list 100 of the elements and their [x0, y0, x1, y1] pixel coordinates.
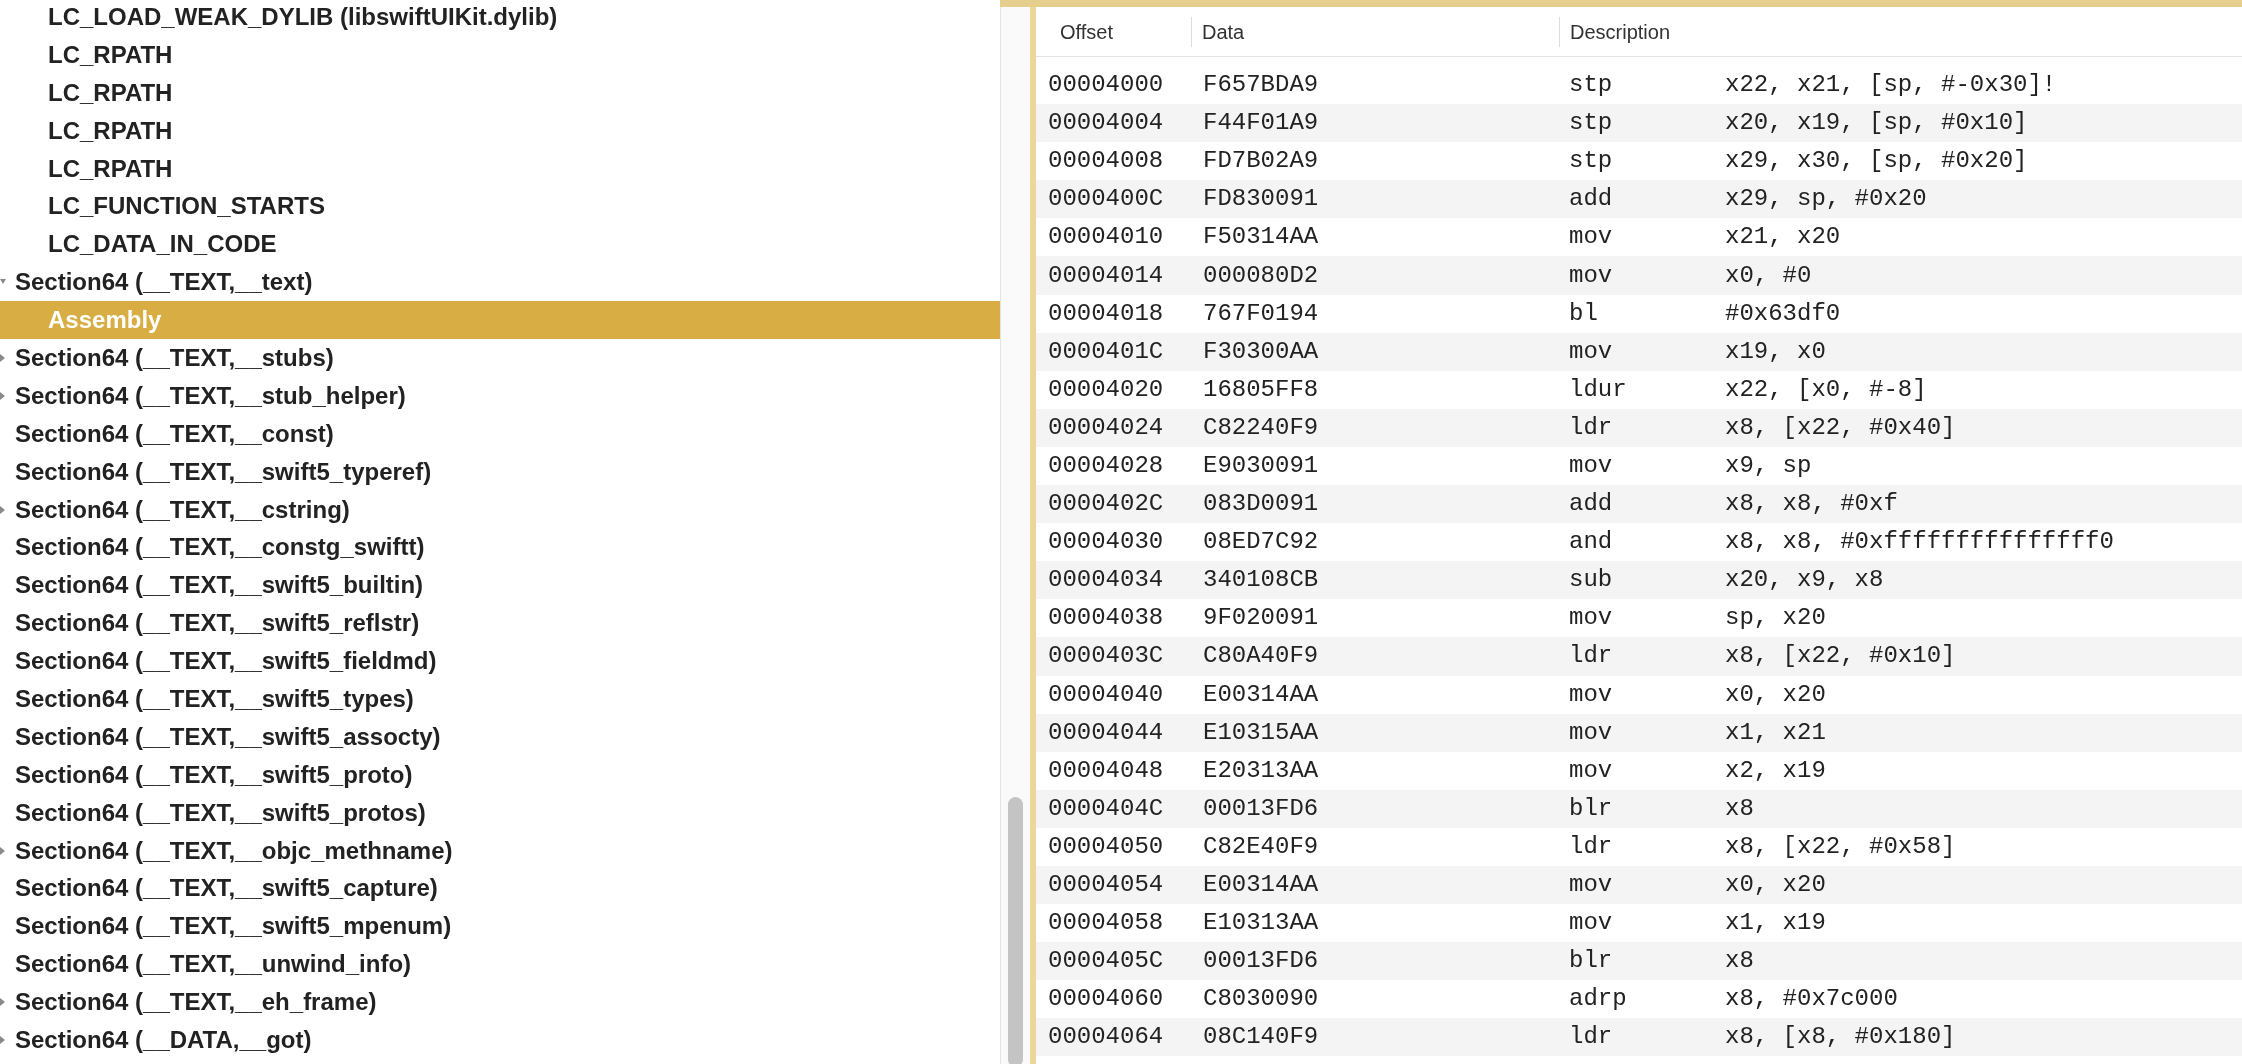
offset-cell-text: 00004054: [1047, 870, 1165, 900]
tree-row[interactable]: LC_LOAD_WEAK_DYLIB (libswiftUIKit.dylib): [0, 0, 1000, 36]
mnemonic-cell-text: mov: [1568, 870, 1614, 900]
collapsed-triangle-icon[interactable]: [0, 846, 6, 855]
tree-label: Section64 (__TEXT,__cstring): [15, 494, 350, 525]
operands-cell-text: x2, x19: [1725, 755, 1826, 786]
data-cell-text: 08C140F9: [1202, 1022, 1320, 1053]
mnemonic-cell-text: mov: [1568, 717, 1614, 748]
tree-label: LC_DATA_IN_CODE: [48, 229, 277, 260]
offset-cell-text: 00004004: [1047, 108, 1165, 139]
data-cell-text: 083D0091: [1202, 489, 1320, 520]
data-cell-text: E00314AA: [1202, 679, 1320, 710]
operands-cell-text: x22, x21, [sp, #-0x30]!: [1725, 70, 2057, 101]
tree-label: LC_RPATH: [48, 77, 173, 108]
tree-row[interactable]: Section64 (__TEXT,__swift5_assocty): [0, 717, 1000, 756]
tree-label: Section64 (__TEXT,__swift5_reflstr): [15, 608, 420, 639]
tree-row[interactable]: Section64 (__TEXT,__swift5_protos): [0, 793, 1000, 832]
operands-cell-text: x0, x20: [1725, 679, 1826, 710]
data-cell-text: E20313AA: [1202, 755, 1320, 786]
operands-cell-text: x8, [x8, #0x180]: [1725, 1022, 1956, 1053]
offset-cell-text: 00004034: [1047, 565, 1165, 596]
tree-label: Section64 (__DATA,__got): [15, 1025, 312, 1055]
offset-cell-text: 00004058: [1047, 908, 1165, 939]
tree-label: Section64 (__TEXT,__stubs): [15, 342, 334, 373]
offset-cell-text: 00004028: [1047, 451, 1165, 481]
tree-label: Section64 (__TEXT,__swift5_assocty): [15, 721, 441, 752]
mnemonic-cell-text: ldr: [1568, 831, 1614, 862]
mnemonic-cell-text: mov: [1568, 222, 1614, 253]
scrollbar-thumb[interactable]: [1008, 797, 1023, 1064]
tree-label: Section64 (__TEXT,__swift5_capture): [15, 873, 438, 904]
operands-cell-text: x20, x9, x8: [1725, 565, 1884, 596]
mnemonic-cell-text: sub: [1568, 565, 1614, 596]
tree-row[interactable]: Section64 (__TEXT,__swift5_proto): [0, 755, 1000, 794]
mnemonic-cell-text: add: [1568, 489, 1614, 520]
mnemonic-cell-text: ldur: [1568, 374, 1628, 405]
data-cell-text: 00013FD6: [1202, 946, 1320, 977]
tree-row[interactable]: Section64 (__TEXT,__swift5_mpenum): [0, 907, 1000, 946]
tree-label: Section64 (__TEXT,__swift5_fieldmd): [15, 646, 437, 677]
mnemonic-cell-text: mov: [1568, 451, 1614, 481]
offset-cell-text: 00004064: [1047, 1022, 1165, 1053]
tree-label: Assembly: [48, 305, 162, 336]
mnemonic-cell-text: mov: [1568, 755, 1614, 786]
tree-label: Section64 (__TEXT,__constg_swiftt): [15, 532, 425, 563]
tree-label: Section64 (__TEXT,__objc_methname): [15, 835, 453, 866]
tree-row[interactable]: Section64 (__TEXT,__stub_helper): [0, 376, 1000, 415]
tree-row[interactable]: LC_RPATH: [0, 35, 1000, 74]
operands-cell-text: x19, x0: [1725, 336, 1826, 367]
collapsed-triangle-icon[interactable]: [0, 998, 6, 1007]
data-cell-text: 08ED7C92: [1202, 527, 1320, 558]
data-cell-text: E00314AA: [1202, 870, 1320, 900]
column-header[interactable]: Offset: [1036, 16, 1191, 47]
tree-row[interactable]: Section64 (__TEXT,__swift5_typeref): [0, 452, 1000, 491]
tree-row[interactable]: Section64 (__TEXT,__cstring): [0, 490, 1000, 529]
tree-label: Section64 (__TEXT,__swift5_builtin): [15, 570, 424, 601]
tree-label: Section64 (__TEXT,__swift5_typeref): [15, 456, 432, 487]
tree-row[interactable]: LC_FUNCTION_STARTS: [0, 187, 1000, 226]
data-cell-text: E10313AA: [1202, 908, 1320, 939]
column-header[interactable]: Description: [1559, 16, 2242, 47]
mnemonic-cell-text: blr: [1568, 793, 1614, 824]
data-cell-text: 340108CB: [1202, 565, 1320, 596]
data-cell-text: F30300AA: [1202, 336, 1320, 367]
tree-row[interactable]: Section64 (__TEXT,__swift5_reflstr): [0, 604, 1000, 643]
tree-row[interactable]: LC_RPATH: [0, 111, 1000, 150]
tree-row[interactable]: Section64 (__TEXT,__objc_methname): [0, 831, 1000, 870]
collapsed-triangle-icon[interactable]: [0, 354, 6, 362]
column-header[interactable]: Data: [1191, 16, 1559, 47]
data-cell-text: F44F01A9: [1202, 108, 1320, 139]
operands-cell-text: x8: [1725, 793, 1754, 824]
collapsed-triangle-icon[interactable]: [0, 505, 6, 514]
tree-row[interactable]: Section64 (__TEXT,__constg_swiftt): [0, 528, 1000, 567]
tree-row[interactable]: Section64 (__DATA,__got): [0, 1021, 1000, 1059]
offset-cell-text: 00004018: [1047, 298, 1165, 329]
data-cell-text: E9030091: [1202, 451, 1320, 481]
offset-cell-text: 0000401C: [1047, 336, 1165, 367]
tree-row[interactable]: LC_RPATH: [0, 73, 1000, 112]
tree-row[interactable]: Section64 (__TEXT,__swift5_builtin): [0, 566, 1000, 605]
offset-cell-text: 0000400C: [1047, 184, 1165, 215]
tree-row[interactable]: LC_RPATH: [0, 149, 1000, 188]
tree-row[interactable]: Section64 (__TEXT,__swift5_types): [0, 680, 1000, 718]
data-cell-text: C8030090: [1202, 984, 1320, 1015]
operands-cell-text: #0x63df0: [1725, 298, 1841, 329]
mnemonic-cell-text: ldr: [1568, 1022, 1614, 1053]
tree-row[interactable]: Section64 (__TEXT,__text): [0, 263, 1000, 302]
offset-cell-text: 00004000: [1047, 70, 1165, 101]
tree-row[interactable]: Section64 (__TEXT,__swift5_capture): [0, 869, 1000, 908]
collapsed-triangle-icon[interactable]: [0, 391, 6, 400]
offset-cell-text: 00004048: [1047, 755, 1165, 786]
tree-row[interactable]: Section64 (__TEXT,__stubs): [0, 339, 1000, 377]
tree-row[interactable]: Section64 (__TEXT,__swift5_fieldmd): [0, 642, 1000, 681]
tree-row[interactable]: LC_DATA_IN_CODE: [0, 225, 1000, 264]
tree-label: LC_LOAD_WEAK_DYLIB (libswiftUIKit.dylib): [48, 1, 558, 32]
offset-cell-text: 0000402C: [1047, 489, 1165, 520]
tree-row[interactable]: Section64 (__TEXT,__const): [0, 414, 1000, 453]
operands-cell-text: x20, x19, [sp, #0x10]: [1725, 108, 2028, 139]
tree-row[interactable]: Section64 (__TEXT,__eh_frame): [0, 983, 1000, 1022]
collapsed-triangle-icon[interactable]: [0, 1036, 6, 1045]
tree-row[interactable]: Section64 (__TEXT,__unwind_info): [0, 945, 1000, 984]
mnemonic-cell-text: ldr: [1568, 641, 1614, 672]
offset-cell-text: 00004014: [1047, 260, 1165, 291]
tree-label: LC_RPATH: [48, 153, 173, 184]
